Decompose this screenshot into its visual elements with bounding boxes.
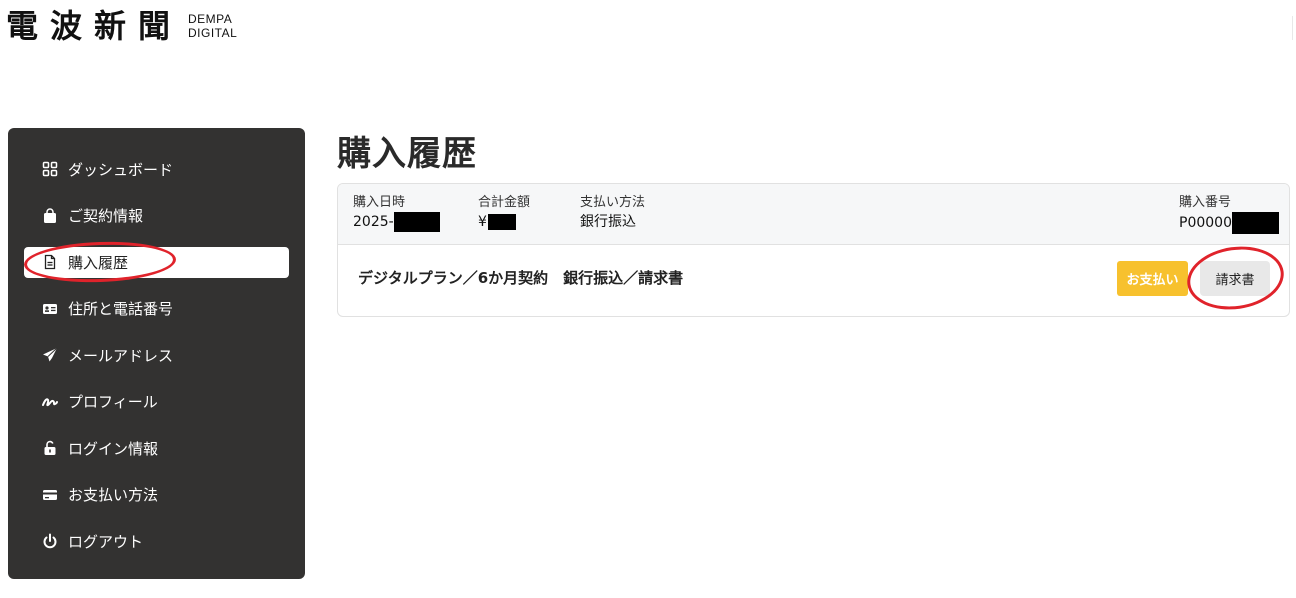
- sidebar-item-address-phone[interactable]: 住所と電話番号: [8, 286, 305, 333]
- annotation-circle: [23, 239, 177, 285]
- order-item-description: デジタルプラン／6か月契約 銀行振込／請求書: [358, 269, 684, 287]
- order-method-label: 支払い方法: [580, 195, 646, 210]
- signature-icon: [42, 394, 58, 410]
- order-number: 購入番号 P00000: [1179, 194, 1279, 234]
- sidebar-item-label: 住所と電話番号: [68, 300, 174, 319]
- sidebar-item-payment-method[interactable]: お支払い方法: [8, 472, 305, 519]
- order-method: 支払い方法 銀行振込: [580, 194, 645, 232]
- credit-card-icon: [42, 487, 58, 503]
- site-logo[interactable]: 電波新聞 DEMPA DIGITAL: [6, 6, 237, 46]
- order-date-label: 購入日時: [353, 195, 406, 210]
- sidebar-item-purchase-history[interactable]: 購入履歴: [8, 239, 305, 286]
- order-total-label: 合計金額: [478, 195, 531, 210]
- sidebar-item-login-info[interactable]: ログイン情報: [8, 425, 305, 472]
- redaction-block: [1231, 212, 1279, 234]
- sidebar-item-contract[interactable]: ご契約情報: [8, 193, 305, 240]
- logo-english: DEMPA DIGITAL: [188, 12, 237, 40]
- sidebar-item-label: ダッシュボード: [68, 160, 174, 179]
- order-method-value: 銀行振込: [580, 214, 636, 230]
- paper-plane-icon: [42, 347, 58, 363]
- unlock-icon: [42, 440, 58, 456]
- order-card: 購入日時 2025- 合計金額 ¥ 支払い方法 銀行振込 購入番号 P00000: [337, 183, 1290, 317]
- sidebar-item-email[interactable]: メールアドレス: [8, 332, 305, 379]
- sidebar-item-label: プロフィール: [68, 393, 158, 412]
- order-total-value: ¥: [478, 214, 487, 230]
- dashboard-icon: [42, 161, 58, 177]
- sidebar-nav: ダッシュボード ご契約情報 購入履歴 住所と電話番号 メールアドレス プロフィー…: [8, 128, 305, 579]
- sidebar-item-label: ログイン情報: [68, 439, 159, 458]
- sidebar-item-profile[interactable]: プロフィール: [8, 379, 305, 426]
- sidebar-item-label: メールアドレス: [68, 346, 174, 365]
- redaction-block: [487, 214, 516, 230]
- sidebar-item-logout[interactable]: ログアウト: [8, 518, 305, 565]
- redaction-block: [393, 212, 440, 232]
- pay-button[interactable]: お支払い: [1117, 261, 1188, 296]
- sidebar-item-label: お支払い方法: [68, 486, 159, 505]
- power-icon: [42, 533, 58, 549]
- logo-kanji: 電波新聞: [6, 7, 183, 45]
- order-date-value: 2025-: [353, 214, 394, 230]
- page-title: 購入履歴: [337, 134, 477, 174]
- sidebar-item-dashboard[interactable]: ダッシュボード: [8, 146, 305, 193]
- order-number-label: 購入番号: [1179, 195, 1232, 210]
- scrollbar[interactable]: [1292, 16, 1293, 40]
- id-card-icon: [42, 301, 58, 317]
- sidebar-item-label: ご契約情報: [68, 207, 144, 226]
- order-number-value: P00000: [1179, 215, 1232, 231]
- sidebar-item-label: ログアウト: [68, 532, 144, 551]
- order-date: 購入日時 2025-: [353, 194, 440, 232]
- order-body: デジタルプラン／6か月契約 銀行振込／請求書 お支払い 請求書: [338, 245, 1289, 316]
- shopping-bag-icon: [42, 208, 58, 224]
- logo-en-line2: DIGITAL: [188, 26, 238, 40]
- logo-en-line1: DEMPA: [188, 12, 233, 26]
- order-header: 購入日時 2025- 合計金額 ¥ 支払い方法 銀行振込 購入番号 P00000: [338, 184, 1289, 245]
- order-total: 合計金額 ¥: [478, 194, 530, 232]
